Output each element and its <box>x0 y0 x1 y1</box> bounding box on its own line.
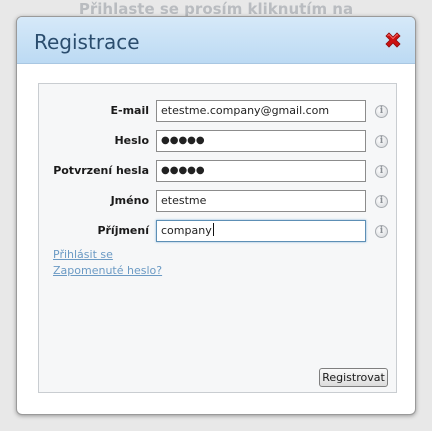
password-field[interactable]: ●●●●● <box>156 130 366 152</box>
last-name-label: Příjmení <box>97 224 149 237</box>
login-link[interactable]: Přihlásit se <box>53 248 113 261</box>
dialog-header: Registrace <box>17 17 415 64</box>
password-row: Heslo ●●●●● i <box>39 130 396 154</box>
last-name-value: company <box>161 224 212 237</box>
last-name-field[interactable]: company <box>156 220 366 242</box>
info-icon[interactable]: i <box>375 165 388 178</box>
first-name-field[interactable]: etestme <box>156 190 366 212</box>
first-name-row: Jméno etestme i <box>39 190 396 214</box>
close-icon[interactable] <box>382 29 404 51</box>
info-icon[interactable]: i <box>375 135 388 148</box>
first-name-label: Jméno <box>110 194 149 207</box>
last-name-row: Příjmení company i <box>39 220 396 244</box>
registration-dialog: Registrace E-mail etestme.company@gmail.… <box>16 16 416 415</box>
email-field[interactable]: etestme.company@gmail.com <box>156 100 366 122</box>
info-icon[interactable]: i <box>375 195 388 208</box>
email-row: E-mail etestme.company@gmail.com i <box>39 100 396 124</box>
info-icon[interactable]: i <box>375 105 388 118</box>
register-button[interactable]: Registrovat <box>319 368 388 387</box>
info-icon[interactable]: i <box>375 225 388 238</box>
dialog-title: Registrace <box>34 30 140 54</box>
email-label: E-mail <box>110 104 149 117</box>
password-confirm-field[interactable]: ●●●●● <box>156 160 366 182</box>
registration-form: E-mail etestme.company@gmail.com i Heslo… <box>38 83 397 393</box>
forgot-password-link[interactable]: Zapomenuté heslo? <box>53 264 162 277</box>
password-confirm-label: Potvrzení hesla <box>53 164 149 177</box>
password-label: Heslo <box>114 134 149 147</box>
text-caret <box>212 223 214 236</box>
password-confirm-row: Potvrzení hesla ●●●●● i <box>39 160 396 184</box>
